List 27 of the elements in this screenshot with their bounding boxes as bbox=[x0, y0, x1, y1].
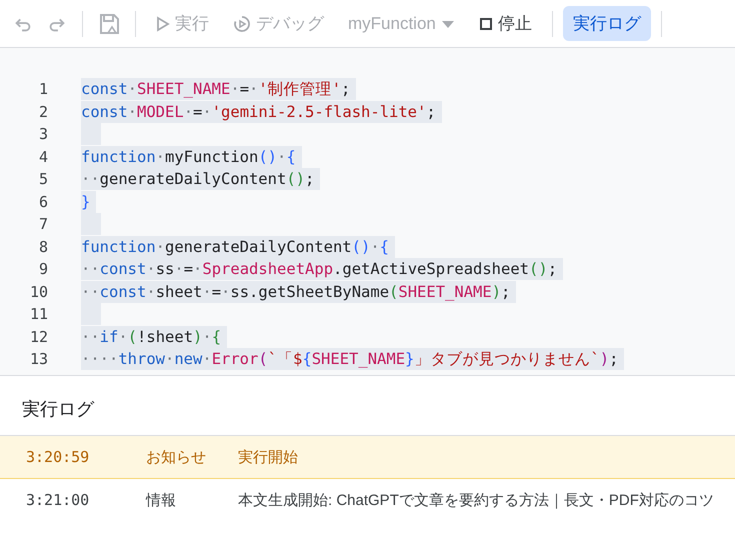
log-time: 3:21:00 bbox=[25, 491, 90, 509]
line-number: 6 bbox=[38, 192, 48, 211]
play-icon bbox=[156, 16, 170, 32]
line-number: 2 bbox=[38, 102, 48, 121]
line-number: 4 bbox=[38, 148, 48, 166]
line-number: 1 bbox=[38, 80, 48, 98]
stop-icon bbox=[478, 16, 493, 30]
log-level: 情報 bbox=[146, 490, 177, 510]
line-number: 3 bbox=[38, 125, 48, 144]
log-title: 実行ログ bbox=[21, 398, 96, 421]
line-number: 9 bbox=[38, 260, 48, 278]
stop-button[interactable]: 停止 bbox=[468, 6, 542, 41]
line-number: 7 bbox=[38, 215, 48, 234]
caret-icon bbox=[440, 18, 455, 28]
line-number: 5 bbox=[38, 170, 48, 188]
debug-icon bbox=[233, 14, 251, 32]
line-number: 11 bbox=[28, 305, 48, 324]
save-icon bbox=[97, 12, 121, 36]
log-level: お知らせ bbox=[146, 448, 207, 466]
line-number: 10 bbox=[28, 282, 48, 301]
execution-log-toggle[interactable]: 実行ログ bbox=[562, 6, 651, 41]
log-message: 実行開始 bbox=[238, 448, 298, 466]
line-number: 13 bbox=[28, 350, 48, 368]
log-time: 3:20:59 bbox=[25, 448, 90, 466]
line-number: 12 bbox=[28, 328, 48, 346]
line-number: 8 bbox=[38, 238, 48, 256]
log-message: 本文生成開始: ChatGPTで文章を要約する方法｜長文・PDF対応のコツ bbox=[238, 490, 714, 510]
